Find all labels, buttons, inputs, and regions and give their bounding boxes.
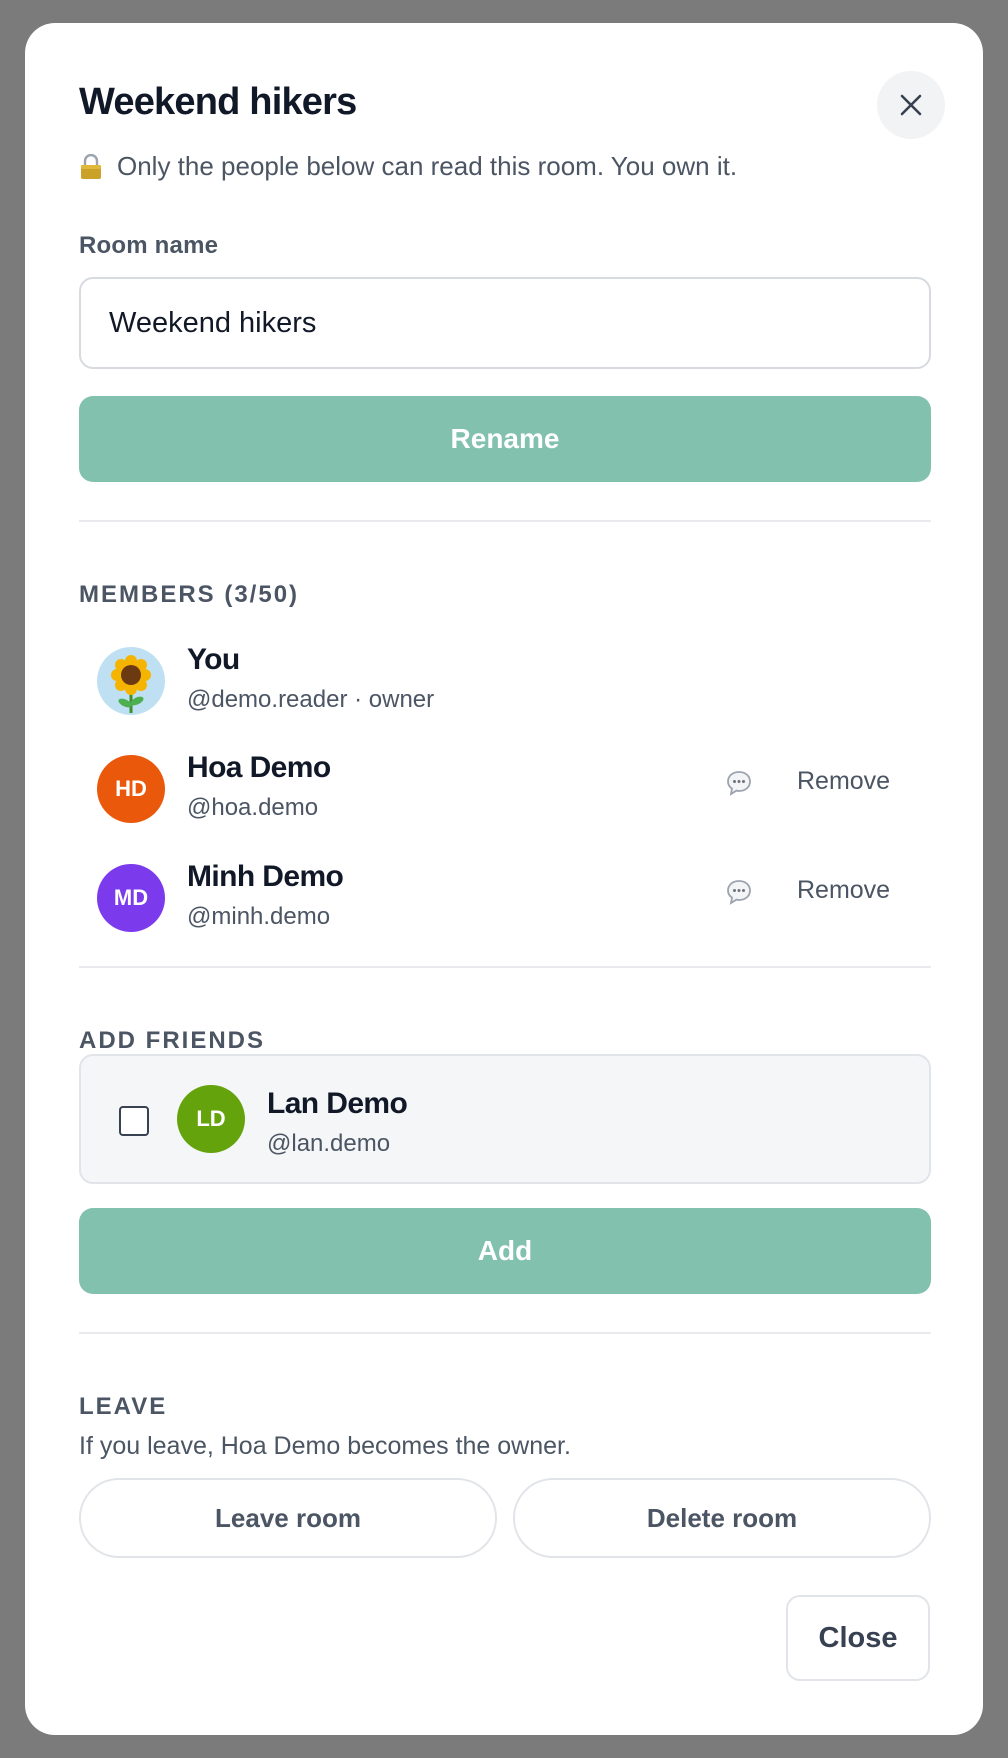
- member-handle: @demo.reader · owner: [187, 686, 435, 713]
- friend-handle: @lan.demo: [267, 1130, 391, 1157]
- room-name-input[interactable]: [79, 277, 931, 369]
- friend-checkbox[interactable]: [119, 1106, 149, 1136]
- member-handle: @hoa.demo: [187, 794, 319, 821]
- room-name-label: Room name: [79, 232, 219, 259]
- divider: [79, 520, 931, 522]
- dialog-title: Weekend hikers: [79, 81, 357, 123]
- rename-button[interactable]: Rename: [79, 396, 931, 482]
- leave-heading: LEAVE: [79, 1393, 168, 1420]
- member-row-hoa: HD Hoa Demo @hoa.demo Remove: [97, 749, 931, 829]
- close-icon: [900, 94, 922, 116]
- privacy-note: Only the people below can read this room…: [79, 151, 737, 182]
- add-friends-heading: ADD FRIENDS: [79, 1027, 266, 1054]
- member-name: Minh Demo: [187, 860, 344, 893]
- friend-option-lan[interactable]: LD Lan Demo @lan.demo: [79, 1054, 931, 1184]
- chat-bubble-icon[interactable]: [725, 878, 753, 906]
- room-settings-dialog: Weekend hikers Only the people below can…: [25, 23, 983, 1735]
- lock-icon: [81, 153, 101, 179]
- divider: [79, 966, 931, 968]
- avatar: [97, 647, 165, 715]
- add-button[interactable]: Add: [79, 1208, 931, 1294]
- leave-room-button[interactable]: Leave room: [79, 1478, 497, 1558]
- chat-bubble-icon[interactable]: [725, 769, 753, 797]
- remove-member-button[interactable]: Remove: [797, 767, 890, 796]
- member-name: Hoa Demo: [187, 751, 331, 784]
- close-button[interactable]: Close: [786, 1595, 930, 1681]
- friend-name: Lan Demo: [267, 1087, 408, 1120]
- members-heading: MEMBERS (3/50): [79, 581, 300, 608]
- close-icon-button[interactable]: [877, 71, 945, 139]
- privacy-note-text: Only the people below can read this room…: [117, 151, 738, 181]
- divider: [79, 1332, 931, 1334]
- member-handle: @minh.demo: [187, 903, 331, 930]
- sunflower-icon: [111, 655, 151, 713]
- avatar: MD: [97, 864, 165, 932]
- member-name: You: [187, 643, 240, 676]
- leave-note: If you leave, Hoa Demo becomes the owner…: [79, 1432, 571, 1460]
- avatar: LD: [177, 1085, 245, 1153]
- member-row-you: You @demo.reader · owner: [97, 641, 931, 721]
- delete-room-button[interactable]: Delete room: [513, 1478, 931, 1558]
- avatar: HD: [97, 755, 165, 823]
- member-row-minh: MD Minh Demo @minh.demo Remove: [97, 858, 931, 938]
- remove-member-button[interactable]: Remove: [797, 876, 890, 905]
